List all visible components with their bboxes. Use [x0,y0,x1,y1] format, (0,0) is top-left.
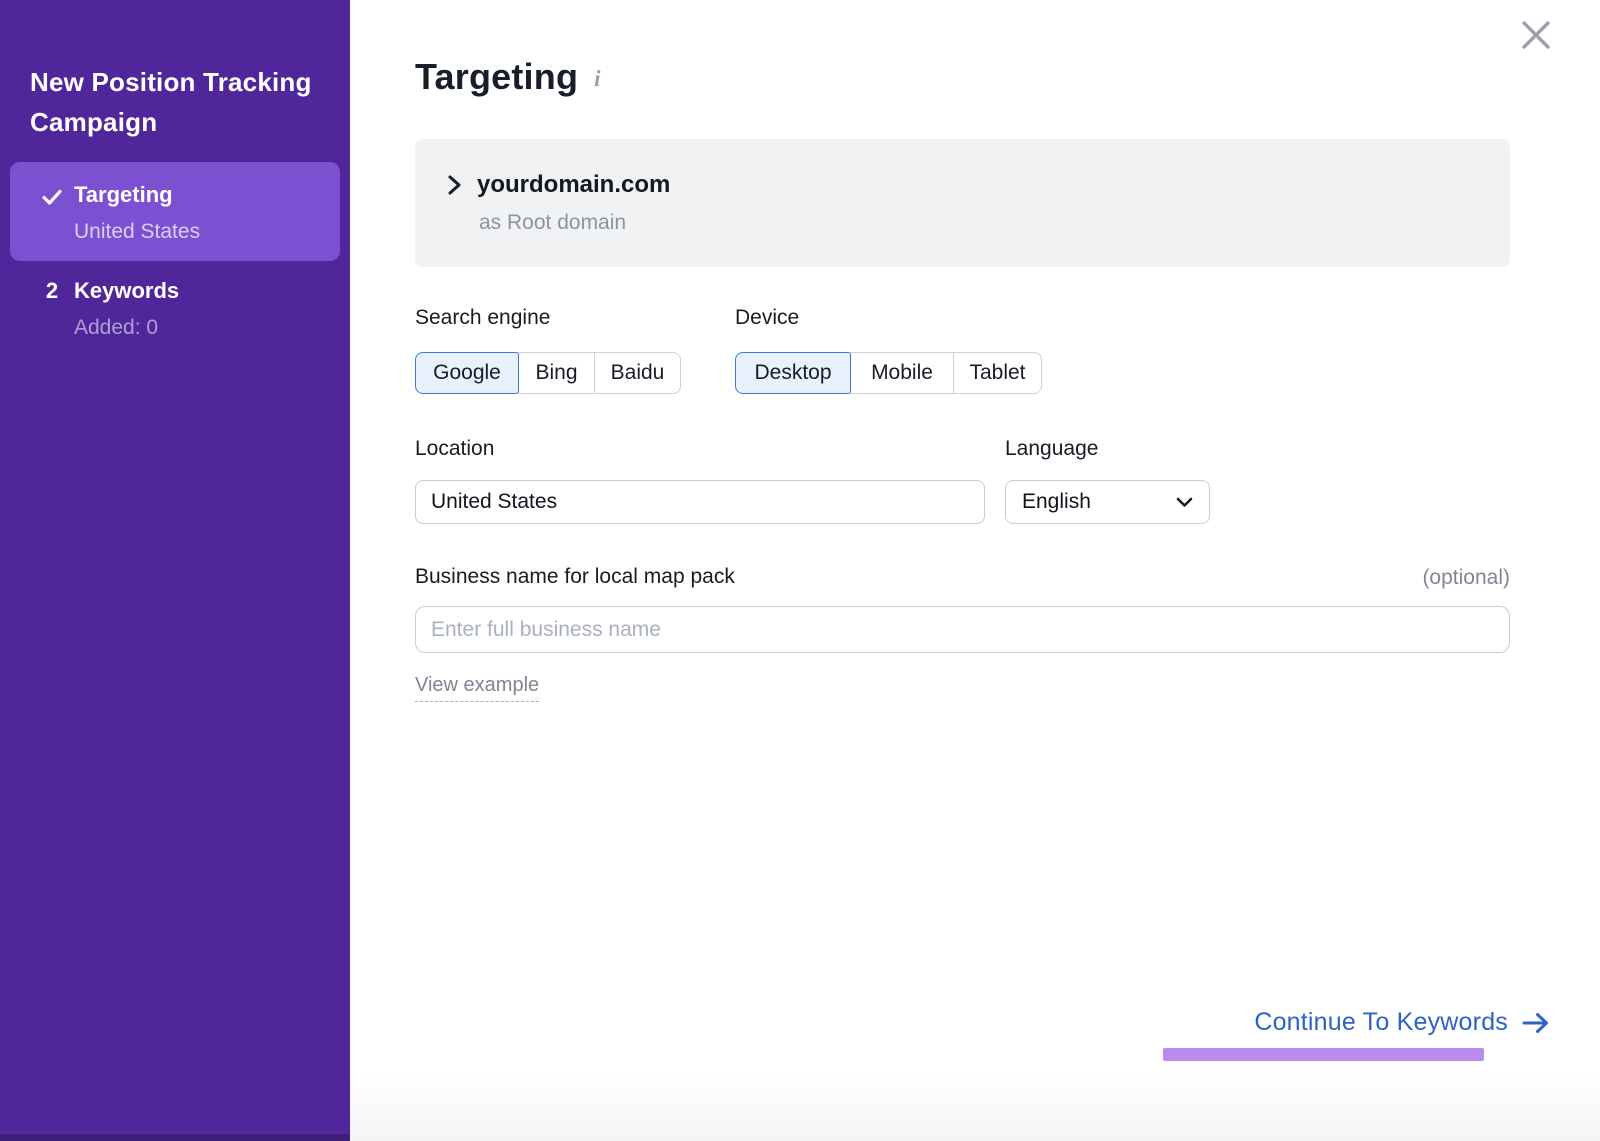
step-sub-targeting: United States [74,220,200,244]
business-name-input[interactable] [415,606,1510,653]
targeting-panel: Targeting i yourdomain.com as Root domai… [350,0,1600,1141]
search-engine-option-baidu[interactable]: Baidu [594,352,681,394]
new-campaign-modal: New Position Tracking Campaign Targeting… [0,0,1600,1141]
domain-scope: as Root domain [479,211,626,235]
chevron-right-icon [447,174,462,196]
sidebar-step-targeting[interactable]: Targeting United States [10,162,340,261]
view-example-link[interactable]: View example [415,674,539,702]
search-engine-group: Google Bing Baidu [415,352,681,394]
search-engine-option-bing[interactable]: Bing [518,352,595,394]
business-name-label: Business name for local map pack [415,565,735,589]
device-group: Desktop Mobile Tablet [735,352,1042,394]
language-select[interactable]: English [1005,480,1210,524]
info-icon[interactable]: i [594,66,601,92]
sidebar: New Position Tracking Campaign Targeting… [0,0,350,1141]
domain-summary-box[interactable]: yourdomain.com as Root domain [415,139,1510,267]
domain-name: yourdomain.com [477,171,670,199]
location-label: Location [415,437,494,461]
page-title: Targeting i [415,56,601,98]
location-input[interactable] [415,480,985,524]
language-label: Language [1005,437,1098,461]
continue-label: Continue To Keywords [1254,1008,1508,1037]
device-option-tablet[interactable]: Tablet [953,352,1042,394]
close-icon[interactable] [1517,16,1555,54]
search-engine-label: Search engine [415,306,550,330]
optional-hint: (optional) [1345,566,1510,590]
continue-underline-highlight [1163,1048,1484,1061]
continue-to-keywords-button[interactable]: Continue To Keywords [1130,1008,1550,1037]
language-value: English [1022,490,1091,514]
search-engine-option-google[interactable]: Google [415,352,519,394]
arrow-right-icon [1522,1012,1550,1034]
sidebar-title: New Position Tracking Campaign [30,62,325,142]
device-option-mobile[interactable]: Mobile [850,352,954,394]
device-label: Device [735,306,799,330]
step-sub-keywords: Added: 0 [74,316,158,340]
chevron-down-icon [1176,497,1193,508]
device-option-desktop[interactable]: Desktop [735,352,851,394]
